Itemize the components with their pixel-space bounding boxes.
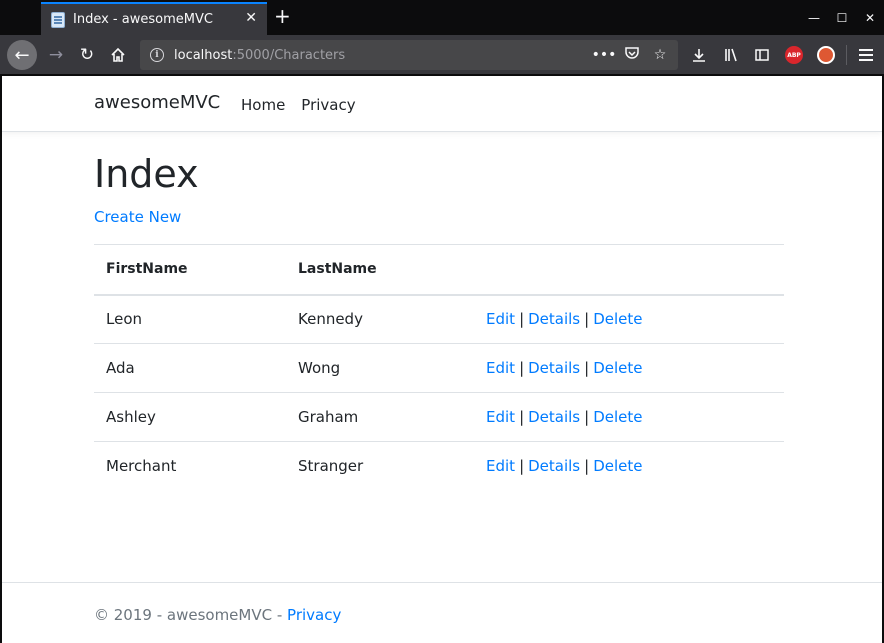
footer-text: © 2019 - awesomeMVC - Privacy	[94, 606, 341, 624]
action-separator: |	[584, 408, 590, 426]
action-separator: |	[584, 359, 590, 377]
header-firstname: FirstName	[94, 244, 286, 296]
details-link[interactable]: Details	[528, 310, 580, 328]
star-icon[interactable]: ☆	[646, 47, 674, 63]
edit-link[interactable]: Edit	[486, 457, 515, 475]
delete-link[interactable]: Delete	[593, 457, 642, 475]
edit-link[interactable]: Edit	[486, 310, 515, 328]
hamburger-menu-icon	[859, 54, 873, 56]
adblock-button[interactable]: ABP	[779, 40, 809, 70]
table-row: Ashley Graham Edit | Details | Delete	[94, 392, 784, 442]
url-actions: ••• ☆	[590, 40, 674, 70]
home-button[interactable]	[104, 40, 132, 70]
site-footer: © 2019 - awesomeMVC - Privacy	[2, 582, 882, 643]
menu-button[interactable]	[851, 40, 881, 70]
url-path: :5000/Characters	[232, 47, 346, 63]
cell-actions: Edit | Details | Delete	[474, 442, 784, 491]
browser-tab-active[interactable]: Index - awesomeMVC ✕	[41, 2, 267, 35]
reload-button[interactable]: ↻	[73, 40, 101, 70]
forward-button[interactable]: →	[42, 40, 70, 70]
cell-actions: Edit | Details | Delete	[474, 392, 784, 442]
minimize-button[interactable]: —	[800, 0, 828, 35]
action-separator: |	[519, 310, 525, 329]
table-row: Leon Kennedy Edit | Details | Delete	[94, 294, 784, 344]
page-viewport: awesomeMVC Home Privacy Index Create New…	[2, 76, 882, 643]
download-icon	[693, 49, 705, 62]
close-window-button[interactable]: ✕	[856, 0, 884, 35]
edit-link[interactable]: Edit	[486, 359, 515, 377]
header-actions	[474, 244, 784, 296]
table-row: Merchant Stranger Edit | Details | Delete	[94, 442, 784, 491]
edit-link[interactable]: Edit	[486, 408, 515, 426]
site-header: awesomeMVC Home Privacy	[2, 76, 882, 132]
window-controls: — ☐ ✕	[800, 0, 884, 35]
more-icon[interactable]: •••	[590, 47, 618, 63]
maximize-button[interactable]: ☐	[828, 0, 856, 35]
forward-arrow-icon: →	[48, 45, 64, 65]
back-arrow-icon: ←	[14, 44, 30, 66]
details-link[interactable]: Details	[528, 408, 580, 426]
back-button[interactable]: ←	[7, 40, 37, 70]
characters-table: FirstName LastName Leon Kennedy Edit | Det…	[94, 244, 784, 491]
action-separator: |	[519, 457, 525, 476]
table-header-row: FirstName LastName	[94, 244, 784, 296]
library-icon	[725, 48, 737, 62]
pocket-icon[interactable]	[618, 45, 646, 65]
page-title: Index	[94, 152, 199, 196]
action-separator: |	[519, 359, 525, 377]
action-separator: |	[519, 408, 525, 426]
nav-privacy-link[interactable]: Privacy	[301, 96, 355, 114]
footer-copyright: © 2019 - awesomeMVC -	[94, 606, 288, 624]
sidebar-button[interactable]	[747, 40, 777, 70]
cell-lastname: Graham	[286, 392, 474, 442]
duckduckgo-icon	[817, 46, 835, 64]
cell-lastname: Stranger	[298, 457, 364, 476]
downloads-button[interactable]	[684, 40, 714, 70]
cell-firstname: Leon	[94, 294, 286, 344]
tab-close-icon[interactable]: ✕	[245, 10, 257, 26]
library-button[interactable]	[716, 40, 746, 70]
new-tab-button[interactable]: +	[274, 4, 291, 28]
brand-link[interactable]: awesomeMVC	[94, 92, 220, 113]
cell-lastname: Wong	[286, 343, 474, 393]
footer-privacy-link[interactable]: Privacy	[287, 606, 341, 624]
site-info-icon[interactable]: i	[150, 48, 164, 62]
duckduckgo-button[interactable]	[811, 40, 841, 70]
reload-icon: ↻	[79, 45, 95, 65]
address-bar[interactable]: i localhost:5000/Characters ••• ☆	[140, 40, 678, 70]
site-nav: Home Privacy	[241, 96, 372, 114]
browser-tab-bar: Index - awesomeMVC ✕ + — ☐ ✕	[0, 0, 884, 35]
page-favicon-icon	[51, 11, 65, 28]
details-link[interactable]: Details	[528, 359, 580, 377]
action-separator: |	[584, 457, 590, 476]
cell-actions: Edit | Details | Delete	[474, 343, 784, 393]
home-icon	[111, 47, 125, 62]
cell-actions: Edit | Details | Delete	[474, 294, 784, 344]
adblock-plus-icon: ABP	[785, 46, 803, 64]
delete-link[interactable]: Delete	[593, 408, 642, 426]
create-new-link[interactable]: Create New	[94, 208, 181, 226]
cell-lastname: Kennedy	[286, 294, 474, 344]
nav-home-link[interactable]: Home	[241, 96, 285, 114]
sidebar-icon	[755, 49, 769, 61]
toolbar-separator	[846, 45, 847, 65]
cell-firstname: Ada	[94, 343, 286, 393]
cell-firstname: Merchant	[106, 457, 177, 476]
browser-toolbar: ← → ↻ i localhost:5000/Characters ••• ☆ …	[0, 35, 884, 75]
header-lastname: LastName	[286, 244, 474, 296]
action-separator: |	[584, 310, 590, 329]
cell-firstname: Ashley	[94, 392, 286, 442]
url-host: localhost	[174, 47, 233, 63]
table-row: Ada Wong Edit | Details | Delete	[94, 343, 784, 393]
delete-link[interactable]: Delete	[593, 359, 642, 377]
details-link[interactable]: Details	[528, 457, 580, 475]
delete-link[interactable]: Delete	[593, 310, 642, 328]
tab-title: Index - awesomeMVC	[73, 12, 213, 27]
url-text: localhost:5000/Characters	[174, 48, 345, 63]
